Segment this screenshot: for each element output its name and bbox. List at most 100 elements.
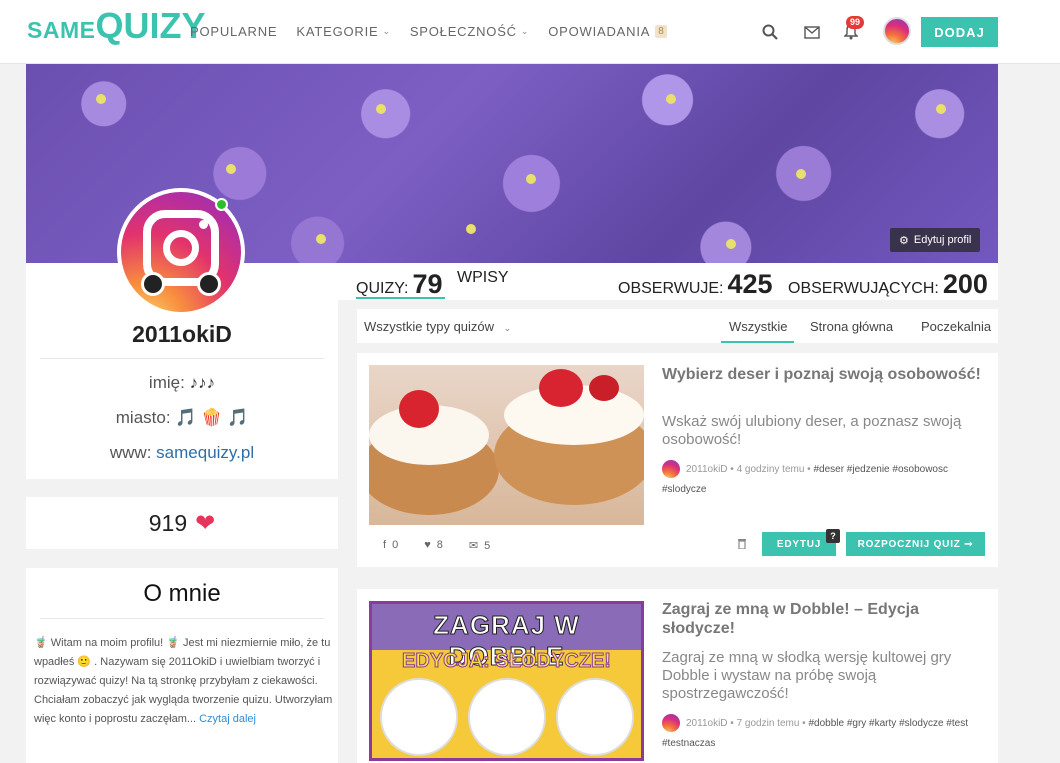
- stat-posts[interactable]: WPISY: [457, 269, 509, 287]
- edit-profile-label: Edytuj profil: [913, 234, 972, 246]
- stat-following[interactable]: OBSERWUJE: 425: [618, 269, 773, 300]
- quiz-author[interactable]: 2011okiD: [686, 464, 728, 475]
- menu-item-label: KATEGORIE: [296, 24, 379, 39]
- edit-profile-button[interactable]: ⚙ Edytuj profil: [890, 228, 981, 252]
- main-menu: POPULARNE KATEGORIE ⌄ SPOŁECZNOŚĆ ⌄ OPOW…: [190, 24, 686, 39]
- quiz-time: • 4 godziny temu •: [727, 464, 814, 475]
- active-tab-underline: [721, 341, 794, 343]
- name-label: imię:: [148, 373, 185, 392]
- profile-www-line: www: samequizy.pl: [26, 443, 338, 463]
- add-button[interactable]: DODAJ: [921, 17, 998, 47]
- name-value: ♪♪♪: [189, 373, 216, 392]
- about-text: 🧋 Witam na moim profilu! 🧋 Jest mi niezm…: [34, 634, 334, 729]
- online-status-dot: [215, 198, 228, 211]
- menu-item-opowiadania[interactable]: OPOWIADANIA 8: [548, 24, 667, 39]
- active-stat-underline: [356, 297, 445, 299]
- stat-label: OBSERWUJĄCYCH:: [788, 280, 939, 297]
- flower-center: [936, 104, 946, 114]
- facebook-icon: f: [383, 539, 387, 551]
- edit-quiz-button[interactable]: EDYTUJ: [762, 532, 836, 556]
- quiz-type-dropdown[interactable]: Wszystkie typy quizów ⌄: [364, 319, 511, 334]
- eye-shape: [141, 272, 165, 296]
- tab-strona-glowna[interactable]: Strona główna: [810, 319, 893, 334]
- stat-label: OBSERWUJE:: [618, 280, 724, 297]
- menu-item-spolecznosc[interactable]: SPOŁECZNOŚĆ ⌄: [410, 24, 529, 39]
- www-label: www:: [109, 443, 152, 462]
- trash-icon[interactable]: [737, 537, 747, 552]
- likes-card: 919 ❤: [26, 497, 338, 549]
- menu-item-label: SPOŁECZNOŚĆ: [409, 24, 517, 39]
- menu-item-label: OPOWIADANIA: [548, 24, 651, 39]
- strawberry-shape: [399, 390, 439, 428]
- stat-quizzes[interactable]: QUIZY: 79: [356, 269, 443, 300]
- about-title: O mnie: [143, 580, 221, 607]
- quiz-card: Wybierz deser i poznaj swoją osobowość! …: [357, 353, 998, 567]
- comment-count[interactable]: ✉ 5: [469, 539, 490, 552]
- like-count[interactable]: ♥ 8: [424, 539, 443, 552]
- mail-icon[interactable]: [802, 22, 822, 42]
- quiz-description: Zagraj ze mną w słodką wersję kultowej g…: [662, 649, 952, 702]
- quiz-card: ZAGRAJ W DOBBLE EDYCJA: SŁODYCZE! Zagraj…: [357, 589, 998, 763]
- quiz-description: Wskaż swój ulubiony deser, a poznasz swo…: [662, 413, 962, 448]
- comments-icon: ✉: [468, 540, 479, 552]
- share-count[interactable]: f0: [383, 539, 398, 552]
- chevron-down-icon: ⌄: [382, 26, 391, 36]
- quiz-time: • 7 godzin temu •: [727, 718, 809, 729]
- tab-poczekalnia[interactable]: Poczekalnia: [921, 319, 991, 334]
- stat-value: 425: [727, 269, 773, 299]
- quiz-thumbnail[interactable]: ZAGRAJ W DOBBLE EDYCJA: SŁODYCZE!: [369, 601, 644, 761]
- like-count-value: 8: [436, 539, 443, 551]
- samequizy-logo[interactable]: SAME QUIZY: [27, 8, 205, 52]
- chevron-down-icon: ⌄: [520, 26, 530, 36]
- quiz-meta: 2011okiD • 7 godzin temu • #dobble #gry …: [662, 714, 982, 754]
- author-avatar[interactable]: [662, 460, 680, 479]
- quiz-title[interactable]: Wybierz deser i poznaj swoją osobowość!: [662, 365, 982, 384]
- menu-item-popularne[interactable]: POPULARNE: [190, 24, 277, 39]
- likes-count: 919: [148, 509, 188, 536]
- author-avatar[interactable]: [662, 714, 680, 733]
- quiz-meta: 2011okiD • 4 godziny temu • #deser #jedz…: [662, 460, 982, 500]
- flower-center: [796, 169, 806, 179]
- start-quiz-button[interactable]: ROZPOCZNIJ QUIZ ➞: [846, 532, 985, 556]
- stat-value: 200: [942, 269, 988, 299]
- stat-followers[interactable]: OBSERWUJĄCYCH: 200: [788, 269, 988, 300]
- menu-item-kategorie[interactable]: KATEGORIE ⌄: [296, 24, 390, 39]
- search-icon[interactable]: [760, 22, 780, 42]
- logo-main: QUIZY: [95, 5, 206, 46]
- help-icon[interactable]: ?: [826, 529, 840, 543]
- user-avatar[interactable]: [883, 17, 911, 45]
- flower-center: [526, 174, 536, 184]
- profile-city-line: miasto: 🎵 🍿 🎵: [26, 408, 338, 428]
- comment-count-value: 5: [484, 540, 491, 552]
- quiz-author[interactable]: 2011okiD: [686, 718, 728, 729]
- flower-center: [316, 234, 326, 244]
- eye-shape: [197, 272, 221, 296]
- heart-icon: ❤: [195, 509, 216, 537]
- flower-center: [96, 94, 106, 104]
- quiz-stats: f0 ♥ 8 ✉ 5: [383, 539, 490, 552]
- heart-icon: ♥: [424, 539, 431, 551]
- dobble-card-shape: [380, 678, 458, 756]
- www-link[interactable]: samequizy.pl: [156, 443, 254, 462]
- stat-label: WPISY: [457, 269, 509, 286]
- notification-count-badge: 99: [846, 16, 865, 29]
- about-body: 🧋 Witam na moim profilu! 🧋 Jest mi niezm…: [34, 637, 333, 725]
- divider: [40, 358, 324, 359]
- quiz-thumbnail[interactable]: [369, 365, 644, 525]
- dobble-card-shape: [556, 678, 634, 756]
- city-value: 🎵 🍿 🎵: [175, 408, 249, 427]
- flower-center: [226, 164, 236, 174]
- flower-center: [726, 239, 736, 249]
- count-badge: 8: [655, 25, 667, 38]
- camera-flash-shape: [199, 220, 208, 229]
- flower-center: [666, 94, 676, 104]
- dropdown-label: Wszystkie typy quizów: [364, 319, 495, 334]
- read-more-link[interactable]: Czytaj dalej: [199, 713, 256, 725]
- profile-name-line: imię: ♪♪♪: [26, 373, 338, 393]
- tab-wszystkie[interactable]: Wszystkie: [729, 319, 788, 334]
- logo-prefix: SAME: [27, 17, 96, 43]
- quiz-title[interactable]: Zagraj ze mną w Dobble! – Edycja słodycz…: [662, 600, 982, 638]
- flower-center: [376, 104, 386, 114]
- quiz-filter-bar: Wszystkie typy quizów ⌄ Wszystkie Strona…: [357, 309, 998, 343]
- profile-username: 2011okiD: [132, 321, 232, 347]
